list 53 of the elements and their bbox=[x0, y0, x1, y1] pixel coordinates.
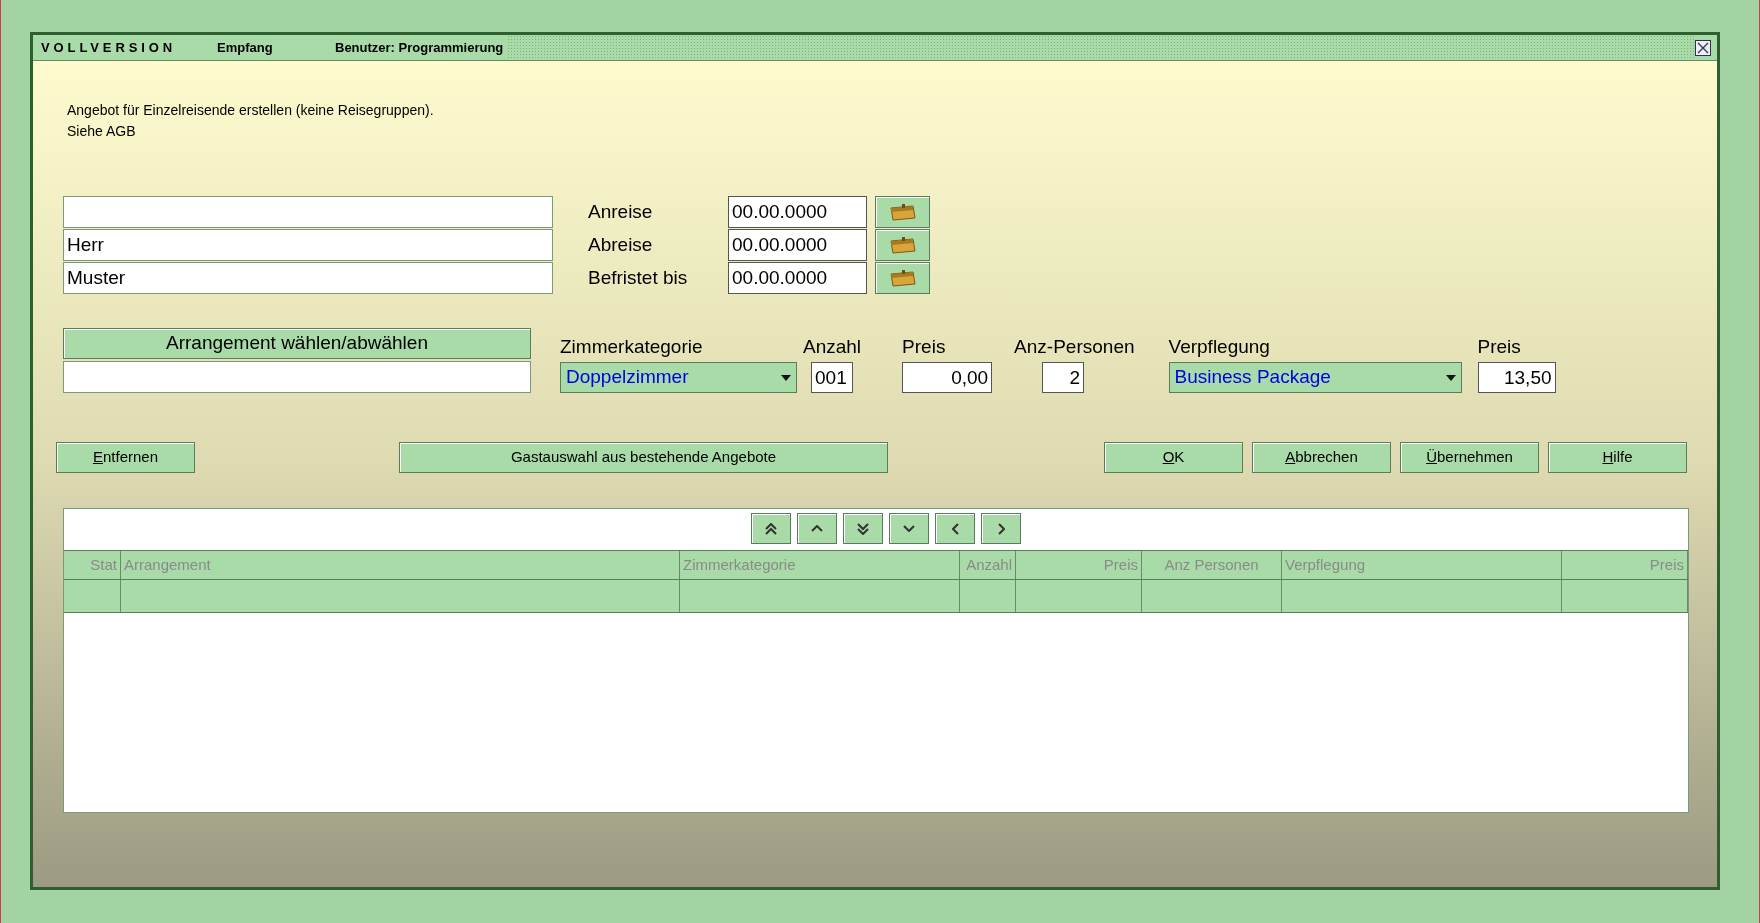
field-label: Preis bbox=[902, 335, 947, 359]
field-label: Verpflegung bbox=[1168, 335, 1271, 359]
dialog-button[interactable]: Übernehmen bbox=[1400, 442, 1539, 473]
number-field[interactable]: 2 bbox=[1042, 362, 1085, 393]
chevron-icon bbox=[857, 522, 869, 535]
name-field[interactable] bbox=[63, 196, 553, 228]
user-title: Benutzer: Programmierung bbox=[335, 38, 504, 57]
field-label: Anz-Personen bbox=[1014, 335, 1135, 359]
name-field[interactable]: Herr bbox=[63, 229, 553, 261]
chevron-icon bbox=[997, 522, 1005, 535]
scroll-down-button[interactable] bbox=[889, 513, 929, 544]
date-field[interactable]: 00.00.0000 bbox=[728, 262, 867, 294]
date-label: Anreise bbox=[588, 199, 654, 224]
description-text: Siehe AGB bbox=[67, 122, 137, 141]
number-field[interactable]: 001 bbox=[811, 362, 853, 393]
chevron-icon bbox=[903, 525, 915, 532]
name-field[interactable]: Muster bbox=[63, 262, 553, 294]
scroll-top-button[interactable] bbox=[751, 513, 791, 544]
date-field[interactable]: 00.00.0000 bbox=[728, 229, 867, 261]
scroll-up-button[interactable] bbox=[797, 513, 837, 544]
date-label: Befristet bis bbox=[588, 265, 689, 290]
calendar-button[interactable] bbox=[875, 196, 930, 228]
close-button[interactable] bbox=[1695, 39, 1711, 56]
date-field[interactable]: 00.00.0000 bbox=[728, 196, 867, 228]
calendar-button[interactable] bbox=[875, 229, 930, 261]
dialog-button[interactable]: OK bbox=[1104, 442, 1243, 473]
dropdown[interactable]: Business Package bbox=[1168, 362, 1462, 393]
field-label: Zimmerkategorie bbox=[560, 335, 704, 359]
arrangement-button[interactable]: Arrangement wählen/abwählen bbox=[63, 328, 531, 359]
action-button[interactable]: Entfernen bbox=[56, 442, 195, 473]
scroll-left-button[interactable] bbox=[935, 513, 975, 544]
action-button[interactable]: Gastauswahl aus bestehende Angebote bbox=[399, 442, 888, 473]
number-field[interactable]: 0,00 bbox=[902, 362, 993, 393]
calendar-button[interactable] bbox=[875, 262, 930, 294]
number-field[interactable]: 13,50 bbox=[1477, 362, 1556, 393]
description-text: Angebot für Einzelreisende erstellen (keine Reisegruppen). bbox=[67, 101, 435, 120]
field-label: Anzahl bbox=[803, 335, 862, 359]
arrangement-field[interactable] bbox=[63, 361, 531, 393]
product-title: VOLLVERSION bbox=[41, 38, 178, 57]
empty-row[interactable] bbox=[64, 580, 1688, 613]
dropdown-caret-icon bbox=[1445, 374, 1456, 381]
section-title: Empfang bbox=[217, 38, 274, 57]
dropdown-caret-icon bbox=[781, 374, 791, 381]
scroll-bottom-button[interactable] bbox=[843, 513, 883, 544]
chevron-icon bbox=[765, 522, 777, 535]
chevron-icon bbox=[951, 522, 959, 535]
chevron-icon bbox=[811, 525, 823, 532]
date-label: Abreise bbox=[588, 232, 654, 257]
dropdown[interactable]: Doppelzimmer bbox=[560, 362, 797, 393]
dialog-button[interactable]: Hilfe bbox=[1548, 442, 1687, 473]
dialog-button[interactable]: Abbrechen bbox=[1252, 442, 1391, 473]
field-label: Preis bbox=[1477, 335, 1522, 359]
scroll-right-button[interactable] bbox=[981, 513, 1021, 544]
